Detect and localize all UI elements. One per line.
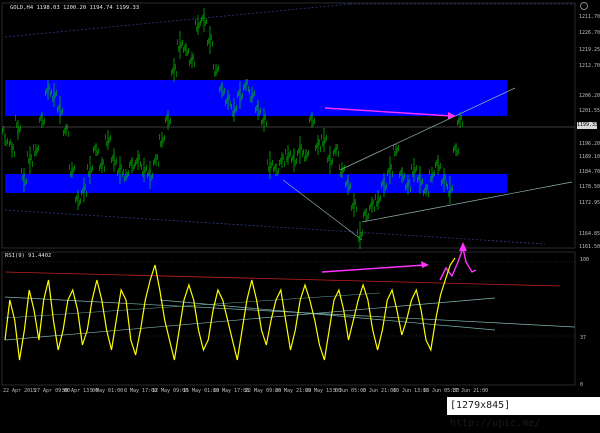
price-axis-label: 1196.20 (579, 141, 600, 147)
rsi-axis-label: 37 (580, 335, 587, 341)
price-axis-label: 1201.55 (579, 108, 600, 114)
price-axis-label: 1206.20 (579, 93, 600, 99)
rsi-axis-label: 100 (580, 257, 590, 263)
price-axis-label: 1178.50 (579, 184, 600, 190)
time-axis-label: 5 Jun 21:00 (363, 388, 397, 394)
price-axis-label: 1219.25 (579, 47, 600, 53)
price-axis-label: 1189.10 (579, 154, 600, 160)
rsi-panel (1, 251, 576, 386)
price-panel (1, 2, 576, 249)
corner-indicator-icon (580, 2, 588, 10)
rsi-info-label: RSI(9) 91.4402 (5, 253, 52, 259)
watermark: [1279x845] http://upic.me/ (447, 397, 600, 429)
price-axis-label: 1226.70 (579, 30, 600, 36)
price-axis-label: 1211.70 (579, 14, 600, 20)
time-axis-label: 17 Jun 21:00 (452, 388, 489, 394)
price-axis-label: 1184.70 (579, 169, 600, 175)
price-axis-label: 1161.50 (579, 244, 600, 250)
price-axis-label: 1212.70 (579, 63, 600, 69)
trading-chart[interactable] (0, 0, 600, 415)
price-axis-label: 1172.95 (579, 200, 600, 206)
resistance-zone[interactable] (5, 80, 507, 116)
current-price-tag: 1199.33 (577, 122, 599, 129)
rsi-axis-label: 0 (580, 382, 584, 388)
time-axis-label: 19 May 17:00 (213, 388, 250, 394)
time-axis-label: 3 Jun 05:00 (333, 388, 367, 394)
time-axis-label: 5 May 01:00 (90, 388, 124, 394)
symbol-info-label: GOLD,H4 1198.03 1200.20 1194.74 1199.33 (10, 5, 140, 11)
price-axis-label: 1164.85 (579, 231, 600, 237)
time-axis-label: 22 Apr 2015 (3, 388, 37, 394)
